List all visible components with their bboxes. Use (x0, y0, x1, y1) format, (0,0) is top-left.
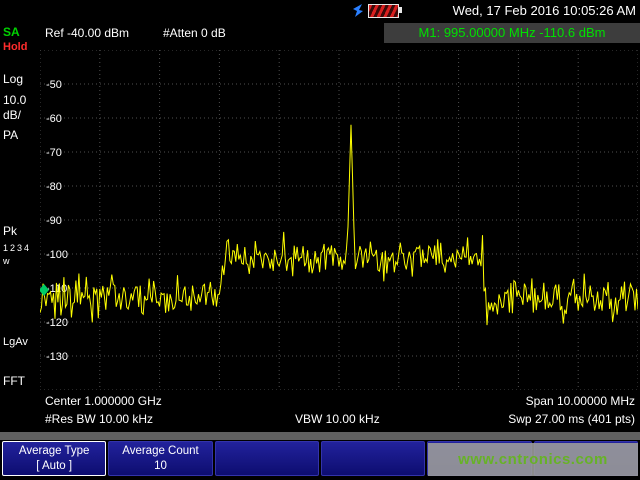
softkey-label: Average Count (122, 444, 199, 458)
trace-state-label: w (3, 256, 10, 266)
svg-text:-100: -100 (46, 249, 68, 261)
svg-text:-70: -70 (46, 147, 62, 159)
average-type-indicator: LgAv (3, 336, 28, 348)
svg-text:-90: -90 (46, 215, 62, 227)
svg-text:-80: -80 (46, 181, 62, 193)
softkey-blank-3[interactable] (215, 441, 319, 476)
svg-text:-50: -50 (46, 79, 62, 91)
spectrum-analyzer-screen: Wed, 17 Feb 2016 10:05:26 AM Ref -40.00 … (0, 0, 640, 480)
battery-charging-icon (368, 4, 399, 18)
preamp-indicator: PA (3, 128, 18, 142)
scale-per-div-label: 10.0 (3, 93, 26, 107)
softkey-value: [ Auto ] (36, 459, 72, 473)
softkey-divider-bar (0, 432, 640, 440)
res-bw-label: #Res BW 10.00 kHz (45, 412, 153, 426)
trace-numbers-label: 1234 (3, 243, 31, 253)
ref-level-label: Ref -40.00 dBm (45, 26, 129, 40)
sweep-time-label: Swp 27.00 ms (401 pts) (508, 412, 635, 426)
watermark: www.cntronics.com (428, 443, 638, 476)
graticule-plot: -50-60-70-80-90-100-110-120-130 (40, 50, 638, 390)
battery-nub (399, 7, 402, 13)
peak-detector-label: Pk (3, 224, 17, 238)
datetime-display: Wed, 17 Feb 2016 10:05:26 AM (453, 3, 636, 18)
fft-indicator: FFT (3, 374, 25, 388)
center-frequency-label: Center 1.000000 GHz (45, 394, 162, 408)
attenuation-label: #Atten 0 dB (163, 26, 226, 40)
softkey-label: Average Type (19, 444, 90, 458)
span-label: Span 10.00000 MHz (526, 394, 635, 408)
svg-text:-60: -60 (46, 113, 62, 125)
scale-unit-label: dB/ (3, 108, 21, 122)
softkey-average-count[interactable]: Average Count 10 (108, 441, 212, 476)
softkey-value: 10 (154, 459, 167, 473)
svg-text:-120: -120 (46, 317, 68, 329)
scale-type-label: Log (3, 72, 23, 86)
mode-label: SA (3, 25, 20, 39)
softkey-blank-4[interactable] (321, 441, 425, 476)
hold-indicator: Hold (3, 41, 27, 53)
svg-text:-130: -130 (46, 351, 68, 363)
data-link-icon (351, 3, 364, 18)
marker-readout: M1: 995.00000 MHz -110.6 dBm (384, 23, 640, 43)
softkey-average-type[interactable]: Average Type [ Auto ] (2, 441, 106, 476)
video-bw-label: VBW 10.00 kHz (295, 412, 380, 426)
